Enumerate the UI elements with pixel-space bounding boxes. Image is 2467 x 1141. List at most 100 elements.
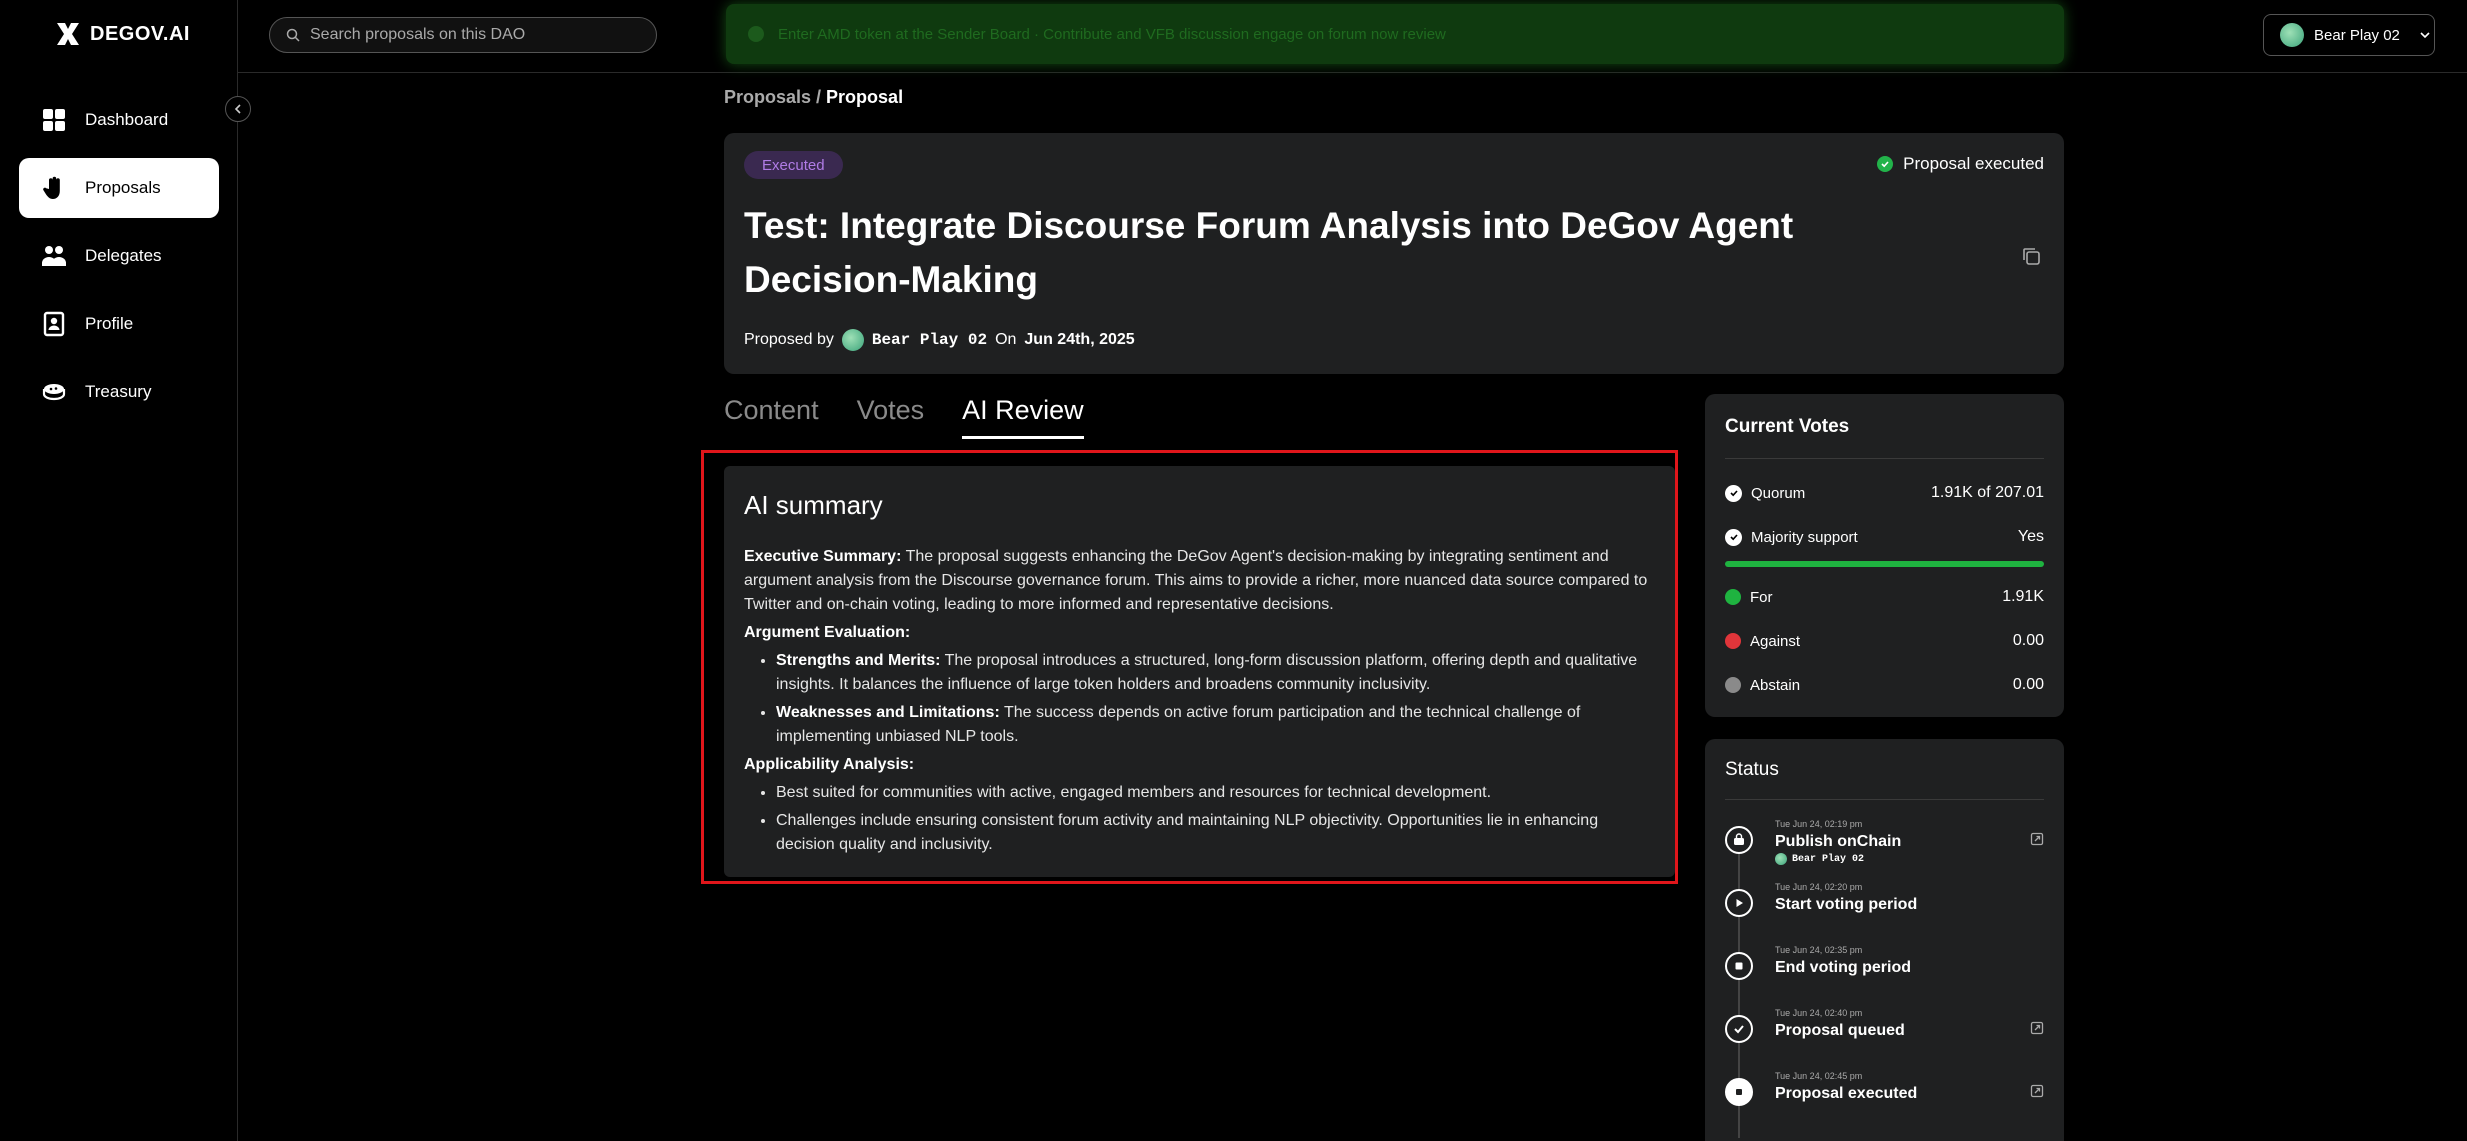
external-link-icon[interactable] bbox=[2030, 832, 2044, 846]
banner-text: Enter AMD token at the Sender Board · Co… bbox=[778, 25, 1446, 43]
current-votes-title: Current Votes bbox=[1725, 416, 2044, 459]
copy-icon[interactable] bbox=[2020, 245, 2042, 267]
degov-logo-icon bbox=[57, 23, 79, 45]
for-value: 1.91K bbox=[2002, 588, 2044, 605]
sidebar-item-label: Profile bbox=[85, 314, 134, 333]
profile-icon bbox=[43, 311, 65, 337]
timeline-actor[interactable]: Bear Play 02 bbox=[1792, 854, 1864, 865]
timeline-item: Tue Jun 24, 02:19 pm Publish onChain Bea… bbox=[1725, 818, 2044, 881]
support-progress-bar bbox=[1725, 561, 2044, 567]
applicability-list: Best suited for communities with active,… bbox=[744, 781, 1655, 857]
against-value: 0.00 bbox=[2012, 632, 2044, 649]
sidebar-item-label: Dashboard bbox=[85, 110, 169, 129]
sidebar-item-label: Delegates bbox=[85, 246, 162, 265]
ai-summary-heading: AI summary bbox=[744, 490, 883, 520]
weaknesses-label: Weaknesses and Limitations: bbox=[776, 704, 1000, 721]
sidebar: DEGOV.AI Dashboard Proposals Delegates P… bbox=[0, 0, 238, 1141]
strengths-label: Strengths and Merits: bbox=[776, 652, 941, 669]
tab-content[interactable]: Content bbox=[724, 395, 819, 439]
breadcrumb-separator: / bbox=[811, 87, 827, 107]
external-link-icon[interactable] bbox=[2030, 1084, 2044, 1098]
search-icon bbox=[286, 28, 300, 42]
info-icon bbox=[748, 26, 764, 42]
avatar bbox=[2280, 23, 2304, 47]
abstain-label: Abstain bbox=[1750, 676, 1801, 694]
list-item: Strengths and Merits: The proposal intro… bbox=[776, 649, 1655, 697]
proposal-tabs: Content Votes AI Review bbox=[724, 395, 1084, 439]
sidebar-item-dashboard[interactable]: Dashboard bbox=[19, 90, 219, 150]
sidebar-item-delegates[interactable]: Delegates bbox=[19, 226, 219, 286]
for-row: For 1.91K bbox=[1725, 575, 2044, 619]
upload-icon bbox=[1725, 826, 1753, 854]
chevron-down-icon bbox=[2420, 32, 2430, 39]
sidebar-item-profile[interactable]: Profile bbox=[19, 294, 219, 354]
sidebar-item-proposals[interactable]: Proposals bbox=[19, 158, 219, 218]
quorum-row: Quorum 1.91K of 207.01 bbox=[1725, 471, 2044, 515]
status-timeline: Tue Jun 24, 02:19 pm Publish onChain Bea… bbox=[1725, 818, 2044, 1138]
for-dot-icon bbox=[1725, 589, 1741, 605]
sidebar-nav: Dashboard Proposals Delegates Profile Tr… bbox=[19, 90, 219, 430]
avatar bbox=[841, 329, 864, 351]
quorum-label: Quorum bbox=[1751, 484, 1806, 502]
proposal-date: Jun 24th, 2025 bbox=[1024, 331, 1135, 348]
ai-summary-card: AI summary Executive Summary: The propos… bbox=[724, 466, 1675, 877]
timeline-label: Publish onChain bbox=[1775, 833, 1902, 850]
check-circle-icon bbox=[1877, 156, 1894, 172]
page-title: Test: Integrate Discourse Forum Analysis… bbox=[744, 205, 1794, 300]
chevron-left-icon bbox=[234, 104, 241, 114]
timeline-time: Tue Jun 24, 02:45 pm bbox=[1775, 1071, 1863, 1081]
notice-banner[interactable]: Enter AMD token at the Sender Board · Co… bbox=[726, 4, 2064, 64]
proposed-by-label: Proposed by bbox=[744, 331, 834, 348]
brand-logo[interactable]: DEGOV.AI bbox=[54, 20, 190, 48]
quorum-value: 1.91K of 207.01 bbox=[1931, 484, 2044, 501]
check-icon bbox=[1725, 1015, 1753, 1043]
timeline-label: End voting period bbox=[1775, 959, 1911, 976]
tab-ai-review[interactable]: AI Review bbox=[962, 395, 1084, 439]
timeline-item: Tue Jun 24, 02:35 pm End voting period bbox=[1725, 944, 2044, 1007]
for-label: For bbox=[1750, 588, 1773, 606]
proposal-header-card: Executed Proposal executed Test: Integra… bbox=[724, 133, 2064, 374]
proposal-status-text: Proposal executed bbox=[1903, 154, 2044, 173]
breadcrumb: Proposals / Proposal bbox=[724, 87, 903, 108]
majority-label: Majority support bbox=[1751, 528, 1858, 546]
search-box[interactable] bbox=[269, 17, 657, 53]
breadcrumb-proposals-link[interactable]: Proposals bbox=[724, 87, 811, 107]
against-dot-icon bbox=[1725, 633, 1741, 649]
brand-name: DEGOV.AI bbox=[90, 22, 190, 45]
timeline-time: Tue Jun 24, 02:35 pm bbox=[1775, 945, 1863, 955]
argument-list: Strengths and Merits: The proposal intro… bbox=[744, 649, 1655, 749]
proposal-status: Proposal executed bbox=[1877, 154, 2044, 174]
timeline-label: Proposal executed bbox=[1775, 1085, 1918, 1102]
executive-summary-label: Executive Summary: bbox=[744, 548, 902, 565]
external-link-icon[interactable] bbox=[2030, 1021, 2044, 1035]
sidebar-item-treasury[interactable]: Treasury bbox=[19, 362, 219, 422]
abstain-dot-icon bbox=[1725, 677, 1741, 693]
list-item: Challenges include ensuring consistent f… bbox=[776, 809, 1655, 857]
support-progress-fill bbox=[1725, 561, 2044, 567]
play-icon bbox=[1725, 889, 1753, 917]
against-label: Against bbox=[1750, 632, 1801, 650]
status-card: Status Tue Jun 24, 02:19 pm Publish onCh… bbox=[1705, 739, 2064, 1141]
stop-icon bbox=[1725, 952, 1753, 980]
proposer-name[interactable]: Bear Play 02 bbox=[872, 331, 987, 349]
timeline-time: Tue Jun 24, 02:40 pm bbox=[1775, 1008, 1863, 1018]
timeline-label: Proposal queued bbox=[1775, 1022, 1905, 1039]
current-votes-card: Current Votes Quorum 1.91K of 207.01 Maj… bbox=[1705, 394, 2064, 717]
majority-row: Majority support Yes bbox=[1725, 515, 2044, 559]
top-bar: Enter AMD token at the Sender Board · Co… bbox=[238, 0, 2467, 73]
timeline-label: Start voting period bbox=[1775, 896, 1918, 913]
tab-votes[interactable]: Votes bbox=[857, 395, 925, 439]
user-name: Bear Play 02 bbox=[2314, 26, 2400, 44]
timeline-item: Tue Jun 24, 02:45 pm Proposal executed bbox=[1725, 1070, 2044, 1133]
user-account-button[interactable]: Bear Play 02 bbox=[2263, 14, 2435, 56]
collapse-sidebar-button[interactable] bbox=[225, 96, 251, 122]
on-label: On bbox=[995, 331, 1017, 348]
abstain-row: Abstain 0.00 bbox=[1725, 663, 2044, 707]
search-input[interactable] bbox=[310, 26, 640, 44]
avatar bbox=[1775, 853, 1787, 865]
list-item: Best suited for communities with active,… bbox=[776, 781, 1655, 805]
executive-summary: Executive Summary: The proposal suggests… bbox=[744, 545, 1655, 617]
check-circle-icon bbox=[1725, 528, 1742, 546]
proposer-info: Proposed by Bear Play 02 On Jun 24th, 20… bbox=[744, 329, 1135, 351]
applicability-heading: Applicability Analysis: bbox=[744, 756, 915, 773]
